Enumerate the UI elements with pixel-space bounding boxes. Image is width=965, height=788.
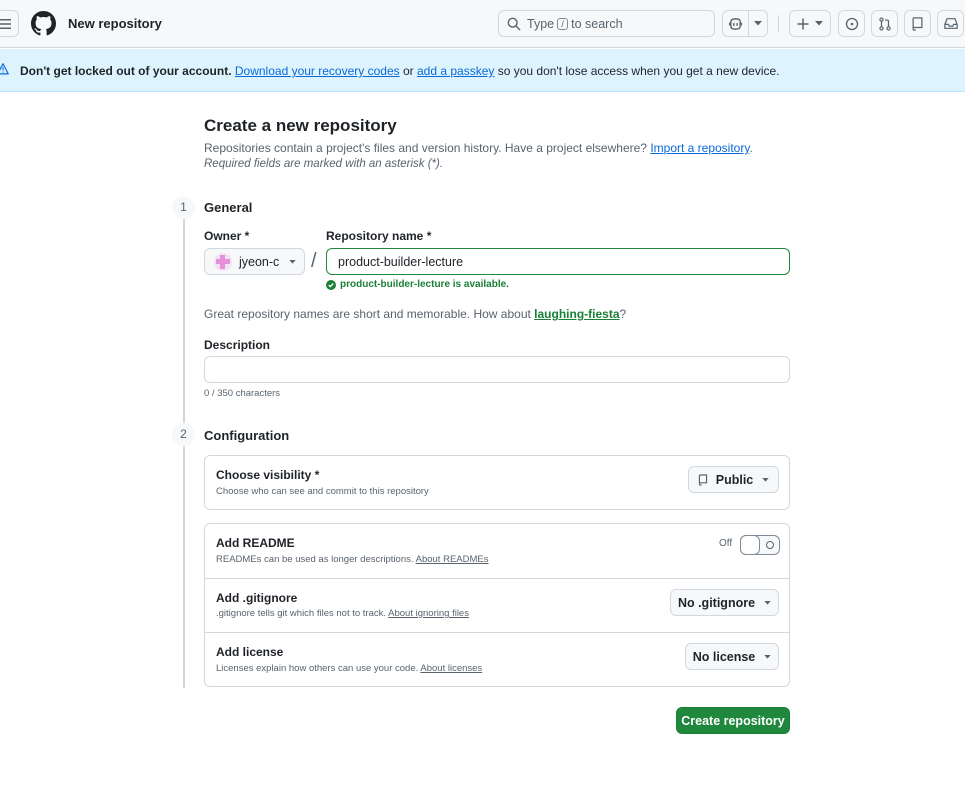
about-licenses-link[interactable]: About licenses [420, 663, 482, 674]
row-divider [205, 578, 789, 579]
availability-text: product-builder-lecture is available. [340, 279, 509, 290]
issues-button[interactable] [838, 10, 865, 37]
search-prefix: Type [527, 16, 555, 31]
visibility-select[interactable]: Public [688, 466, 779, 493]
description-label: Description [204, 338, 271, 352]
import-repository-link[interactable]: Import a repository [650, 141, 749, 155]
inbox-button[interactable] [937, 10, 964, 37]
repo-icon [698, 473, 707, 486]
repositories-button[interactable] [904, 10, 931, 37]
general-section-title: General [204, 200, 253, 215]
check-circle-icon [326, 279, 336, 290]
page-name[interactable]: New repository [68, 16, 162, 31]
readme-toggle[interactable] [740, 535, 780, 555]
configuration-section-title: Configuration [204, 428, 290, 443]
create-repository-button[interactable]: Create repository [676, 707, 790, 734]
owner-value: jyeon-c [239, 254, 280, 269]
alert-icon [0, 63, 9, 75]
security-banner: Don't get locked out of your account. Do… [0, 49, 965, 92]
step-1-line [183, 219, 185, 423]
description-input[interactable] [204, 356, 790, 383]
banner-mid: or [402, 64, 414, 78]
name-suggestion: Great repository names are short and mem… [204, 307, 626, 321]
suggested-name-link[interactable]: laughing-fiesta [534, 307, 619, 321]
toggle-off-icon [766, 541, 774, 549]
visibility-title: Choose visibility * [216, 468, 320, 482]
repository-options-card: Add README READMEs can be used as longer… [204, 523, 790, 687]
caret-down-icon [754, 21, 762, 26]
repository-name-input[interactable]: product-builder-lecture [326, 248, 790, 275]
owner-label: Owner * [204, 229, 250, 243]
banner-text: Don't get locked out of your account. Do… [20, 64, 780, 78]
page-subtitle: Repositories contain a project's files a… [204, 141, 753, 155]
step-2-line [183, 446, 185, 688]
add-passkey-link[interactable]: add a passkey [417, 64, 494, 78]
pull-request-icon [878, 16, 891, 31]
visibility-card: Choose visibility * Choose who can see a… [204, 455, 790, 510]
copilot-menu-button[interactable] [748, 10, 768, 37]
suggestion-text: Great repository names are short and mem… [204, 307, 531, 321]
step-2-number: 2 [172, 423, 195, 446]
license-desc: Licenses explain how others can use your… [216, 663, 483, 674]
owner-select[interactable]: jyeon-c [204, 248, 305, 275]
about-ignoring-files-link[interactable]: About ignoring files [388, 608, 469, 619]
page-title: Create a new repository [204, 116, 397, 135]
caret-down-icon [815, 21, 823, 26]
toggle-knob [740, 535, 760, 555]
readme-title: Add README [216, 536, 295, 550]
search-icon [507, 17, 521, 30]
plus-icon [797, 18, 809, 29]
repo-name-label: Repository name * [326, 229, 432, 243]
license-value: No license [692, 649, 756, 664]
caret-down-icon [762, 477, 769, 482]
caret-down-icon [764, 654, 771, 659]
header-divider [778, 15, 779, 32]
caret-down-icon [289, 259, 296, 264]
repo-icon [912, 16, 923, 31]
about-readmes-link[interactable]: About READMEs [416, 554, 489, 565]
license-title: Add license [216, 645, 284, 659]
visibility-value: Public [715, 472, 754, 487]
github-logo-icon[interactable] [31, 11, 56, 36]
search-input[interactable]: Type / to search [498, 10, 715, 37]
gitignore-title: Add .gitignore [216, 591, 298, 605]
hamburger-icon [0, 18, 11, 29]
visibility-desc: Choose who can see and commit to this re… [216, 486, 429, 497]
gitignore-desc: .gitignore tells git which files not to … [216, 608, 469, 619]
banner-tail: so you don't lose access when you get a … [497, 64, 780, 78]
inbox-icon [943, 18, 958, 29]
required-fields-note: Required fields are marked with an aster… [204, 158, 444, 170]
menu-button[interactable] [0, 10, 19, 37]
row-divider [205, 632, 789, 633]
search-shortcut-key: / [557, 17, 569, 30]
avatar [214, 252, 232, 271]
search-suffix: to search [571, 16, 623, 31]
availability-message: product-builder-lecture is available. [326, 279, 509, 290]
banner-lead: Don't get locked out of your account. [20, 64, 232, 78]
create-new-button[interactable] [789, 10, 831, 37]
top-header: New repository Type / to search [0, 0, 965, 48]
step-1-number: 1 [172, 196, 195, 219]
license-select[interactable]: No license [685, 643, 779, 670]
subtitle-end: . [749, 141, 753, 155]
readme-desc: READMEs can be used as longer descriptio… [216, 554, 489, 565]
pull-requests-button[interactable] [871, 10, 898, 37]
gitignore-select[interactable]: No .gitignore [670, 589, 779, 616]
copilot-icon [728, 17, 743, 30]
suggestion-end: ? [619, 307, 627, 321]
owner-repo-separator: / [311, 250, 317, 272]
readme-toggle-label: Off [719, 538, 733, 549]
copilot-button[interactable] [722, 10, 749, 37]
gitignore-value: No .gitignore [677, 595, 756, 610]
issue-opened-icon [845, 17, 858, 30]
description-counter: 0 / 350 characters [204, 388, 281, 399]
caret-down-icon [764, 600, 771, 605]
download-recovery-codes-link[interactable]: Download your recovery codes [235, 64, 400, 78]
subtitle-text: Repositories contain a project's files a… [204, 141, 647, 155]
